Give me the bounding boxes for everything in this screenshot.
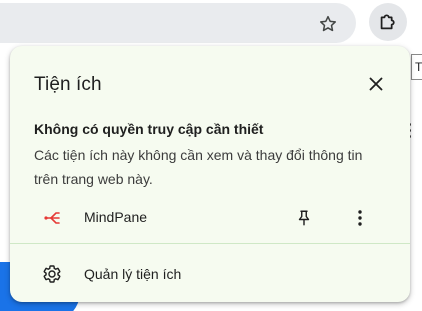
manage-extensions-button[interactable]: Quản lý tiện ích [10, 256, 410, 292]
star-outline-icon [320, 15, 336, 32]
extensions-tooltip: Ti [411, 54, 422, 80]
browser-toolbar [0, 0, 422, 46]
puzzle-piece-icon [380, 14, 395, 30]
bookmark-button[interactable] [313, 9, 343, 39]
address-bar[interactable] [0, 3, 356, 43]
section-description: Các tiện ích này không cần xem và thay đ… [34, 147, 363, 187]
more-options-button[interactable] [348, 206, 372, 230]
divider [10, 243, 410, 244]
close-button[interactable] [364, 72, 388, 96]
popup-title: Tiện ích [34, 74, 102, 95]
close-icon [369, 77, 383, 91]
pin-button[interactable] [292, 206, 316, 230]
manage-extensions-label: Quản lý tiện ích [84, 266, 182, 282]
extensions-button[interactable] [369, 3, 407, 41]
pin-icon [298, 210, 310, 226]
gear-icon [43, 265, 61, 283]
extensions-popup: Tiện ích Không có quyền truy cập cần thi… [10, 46, 410, 302]
more-vert-icon [358, 210, 362, 226]
extension-name: MindPane [84, 209, 148, 225]
mindpane-logo-icon [44, 212, 60, 224]
extension-item-mindpane[interactable]: MindPane [10, 200, 410, 236]
section-heading: Không có quyền truy cập cần thiết [34, 121, 264, 137]
browser-window: Ti Tiện ích Không có quyền truy cập cần … [0, 0, 422, 311]
